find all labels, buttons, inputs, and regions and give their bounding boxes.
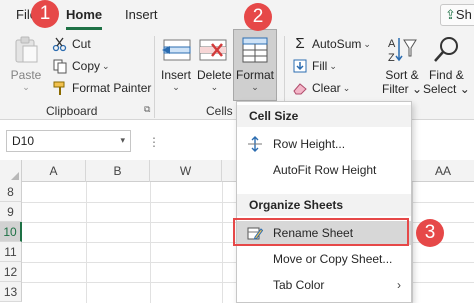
select-all-corner[interactable] [0, 160, 22, 182]
format-painter-button[interactable]: Format Painter [52, 79, 151, 97]
grid-line [222, 182, 223, 303]
insert-cells-button[interactable]: Insert ⌄ [160, 34, 192, 92]
delete-cells-label: Delete [197, 68, 232, 82]
row-height-icon [247, 136, 263, 152]
copy-dropdown-icon: ⌄ [102, 60, 110, 71]
format-dropdown-icon: ⌄ [251, 82, 259, 92]
format-cells-label: Format [236, 68, 275, 82]
column-header-a[interactable]: A [22, 160, 86, 182]
group-separator [154, 36, 155, 118]
grid-line [86, 182, 87, 303]
eraser-icon [292, 80, 308, 96]
clear-label: Clear [312, 81, 341, 95]
step-badge-3: 3 [416, 219, 444, 247]
clear-dropdown-icon: ⌄ [342, 82, 351, 93]
delete-cells-icon [198, 34, 230, 66]
share-icon: ⇪ [445, 7, 456, 22]
scissors-icon [52, 36, 68, 52]
menu-item-tab-color[interactable]: Tab Color › [237, 273, 411, 297]
format-cells-button[interactable]: Format ⌄ [236, 34, 274, 92]
autosum-button[interactable]: Σ AutoSum ⌄ [292, 35, 371, 53]
row-header-8[interactable]: 8 [0, 182, 22, 202]
ribbon-tabs: File Home Insert ⇪Sh [0, 0, 474, 30]
paintbrush-icon [52, 80, 68, 96]
submenu-arrow-icon: › [397, 278, 401, 292]
svg-text:Z: Z [388, 52, 395, 64]
delete-dropdown-icon: ⌄ [210, 82, 219, 92]
sort-filter-button[interactable]: A Z Sort & Filter ⌄ [382, 34, 422, 96]
column-header-w[interactable]: W [150, 160, 222, 182]
paste-dropdown-icon: ⌄ [22, 82, 30, 92]
row-header-11[interactable]: 11 [0, 242, 22, 262]
copy-button[interactable]: Copy ⌄ [52, 57, 110, 75]
tab-color-label: Tab Color [273, 278, 325, 292]
menu-item-move-copy-sheet[interactable]: Move or Copy Sheet... [237, 247, 411, 271]
find-select-label-2: Select ⌄ [423, 82, 470, 96]
move-copy-sheet-label: Move or Copy Sheet... [273, 252, 393, 266]
format-painter-label: Format Painter [72, 81, 152, 95]
tab-home[interactable]: Home [66, 7, 102, 22]
insert-cells-icon [160, 34, 192, 66]
fill-button[interactable]: Fill ⌄ [292, 57, 337, 75]
name-box-value: D10 [12, 134, 35, 148]
format-dropdown-menu: Cell Size Row Height... AutoFit Row Heig… [236, 101, 412, 303]
row-header-9[interactable]: 9 [0, 202, 22, 222]
tab-insert[interactable]: Insert [125, 7, 158, 22]
rename-sheet-highlight-box [233, 218, 409, 246]
sort-filter-icon: A Z [386, 34, 418, 66]
row-height-label: Row Height... [273, 137, 346, 151]
fill-dropdown-icon: ⌄ [329, 60, 337, 71]
autofit-row-height-label: AutoFit Row Height [273, 163, 377, 177]
sigma-icon: Σ [295, 35, 305, 52]
row-header-12[interactable]: 12 [0, 262, 22, 282]
fill-label: Fill [312, 59, 328, 73]
grid-line [412, 182, 413, 303]
share-button[interactable]: ⇪Sh [440, 4, 474, 26]
sort-filter-label-1: Sort & [385, 68, 419, 82]
paste-button[interactable]: Paste ⌄ [10, 34, 42, 92]
copy-icon [52, 58, 68, 74]
step-badge-1: 1 [31, 0, 59, 28]
cell-size-heading: Cell Size [249, 109, 299, 123]
name-box-dropdown-icon[interactable]: ▾ [120, 135, 125, 146]
delete-cells-button[interactable]: Delete ⌄ [197, 34, 232, 92]
paste-icon [10, 34, 42, 66]
cut-button[interactable]: Cut [52, 35, 91, 53]
menu-item-row-height[interactable]: Row Height... [237, 132, 411, 156]
magnifier-icon [430, 34, 462, 66]
clipboard-launcher-icon[interactable]: ⧉ [144, 104, 150, 115]
svg-text:A: A [388, 38, 396, 50]
find-select-button[interactable]: Find & Select ⌄ [423, 34, 470, 96]
grid-line [150, 182, 151, 303]
select-all-triangle-icon [11, 172, 19, 180]
copy-label: Copy [72, 59, 101, 73]
formula-bar-dots: ⋮ [148, 135, 161, 149]
format-cells-icon [239, 34, 271, 66]
menu-item-autofit-row-height[interactable]: AutoFit Row Height [237, 158, 411, 182]
clear-button[interactable]: Clear ⌄ [292, 79, 350, 97]
cut-label: Cut [72, 37, 91, 51]
tab-home-underline [66, 27, 102, 30]
column-header-aa[interactable]: AA [412, 160, 474, 182]
insert-cells-label: Insert [160, 68, 191, 82]
column-header-b[interactable]: B [86, 160, 150, 182]
autosum-label: AutoSum [312, 37, 362, 51]
paste-label: Paste [10, 68, 42, 82]
cells-group-label: Cells [206, 104, 233, 118]
name-box[interactable]: D10 ▾ [6, 130, 131, 152]
clipboard-group-label: Clipboard [46, 104, 98, 118]
find-select-label-1: Find & [429, 68, 464, 82]
step-badge-2: 2 [244, 3, 272, 31]
row-header-13[interactable]: 13 [0, 282, 22, 302]
fill-down-icon [292, 58, 308, 74]
share-label: Sh [455, 7, 472, 22]
sort-filter-label-2: Filter ⌄ [382, 82, 423, 96]
organize-sheets-heading: Organize Sheets [249, 198, 344, 212]
row-header-10[interactable]: 10 [0, 222, 22, 242]
autosum-dropdown-icon: ⌄ [363, 38, 371, 49]
insert-dropdown-icon: ⌄ [172, 82, 180, 92]
